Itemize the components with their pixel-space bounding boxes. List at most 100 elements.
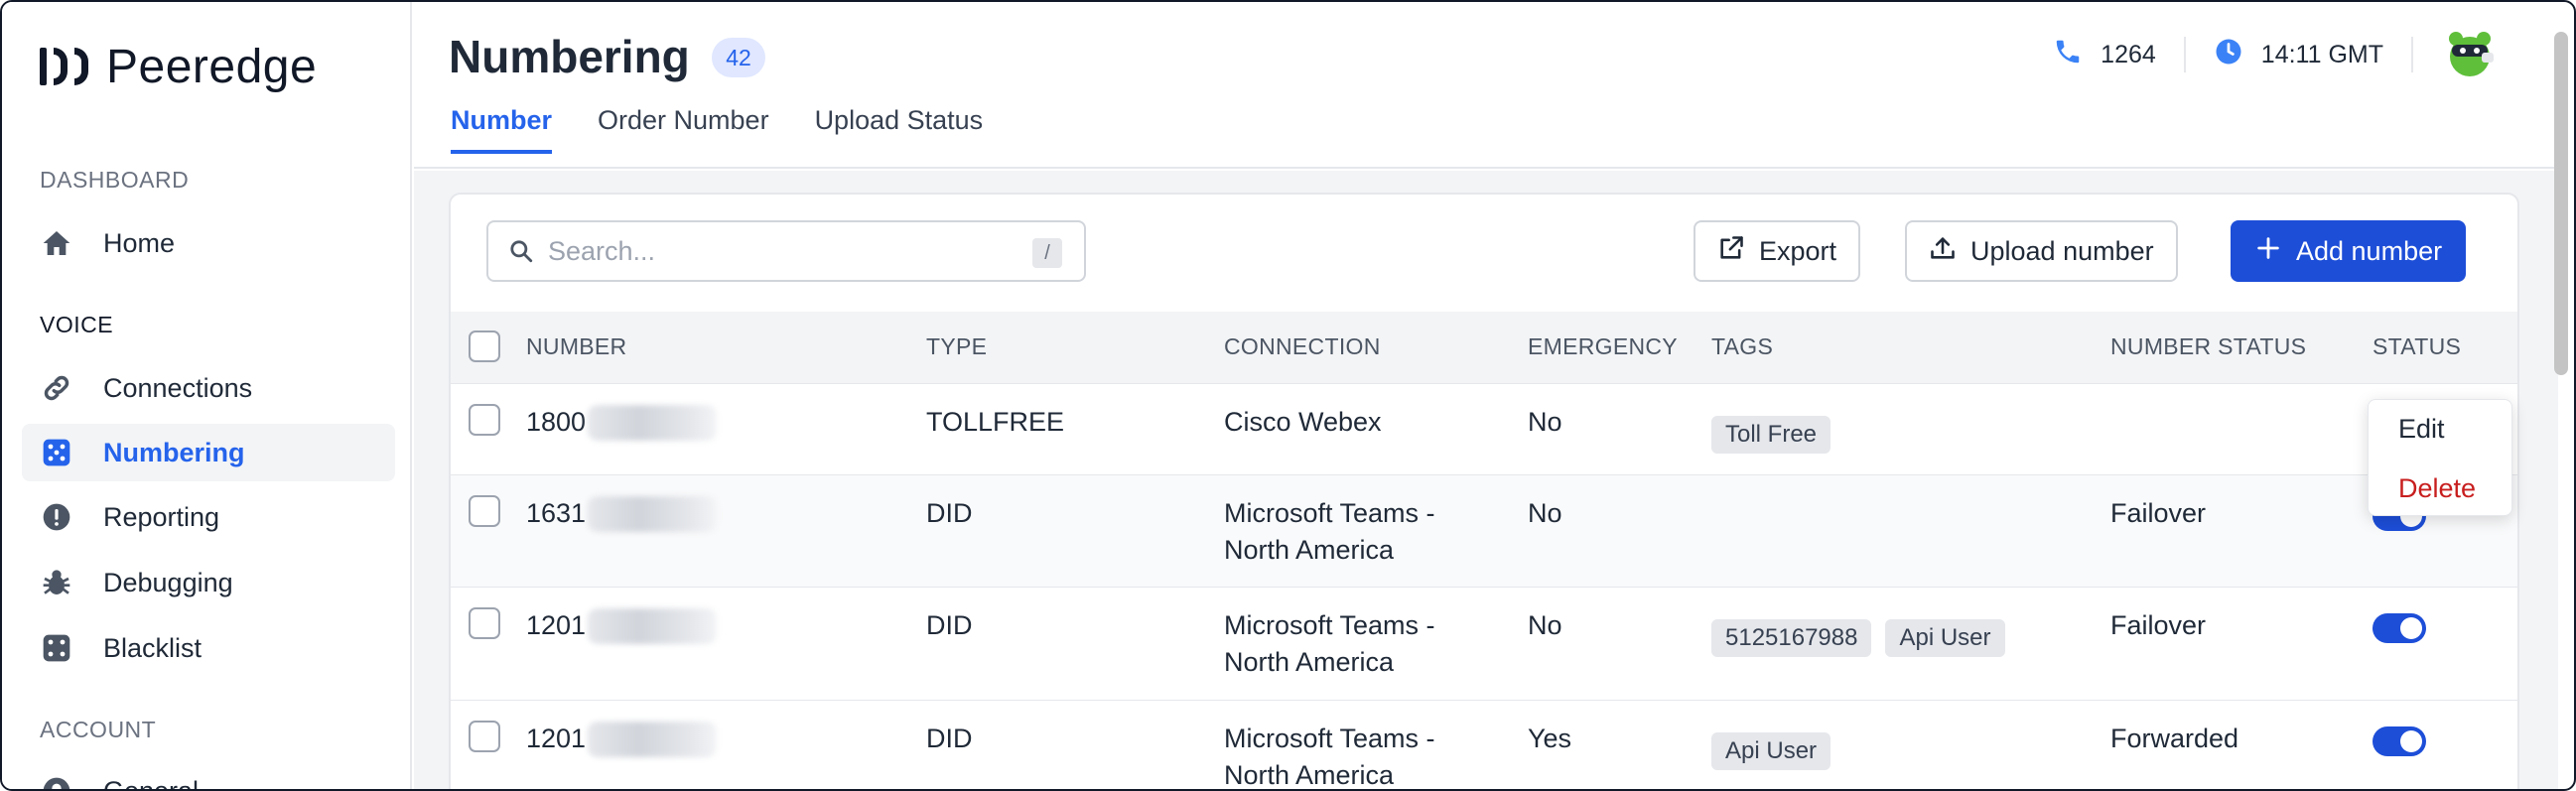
type-cell: DID [926, 609, 973, 640]
header-status: 1264 14:11 GMT [2053, 26, 2499, 83]
row-action-menu: Edit Delete [2368, 399, 2512, 516]
number-status-cell: Failover [2110, 609, 2207, 640]
sidebar-item-home[interactable]: Home [22, 214, 395, 272]
row-checkbox[interactable] [469, 403, 500, 436]
sidebar-item-numbering[interactable]: Numbering [22, 424, 395, 481]
sidebar-item-label: Blacklist [103, 632, 203, 663]
emergency-cell: No [1528, 609, 1562, 640]
number-prefix: 1201 [526, 723, 587, 753]
divider [2411, 37, 2413, 72]
peeredge-logo-icon [40, 45, 88, 88]
number-status-cell [2110, 383, 2373, 474]
alert-icon [40, 500, 73, 534]
redacted-number [588, 405, 718, 442]
row-checkbox[interactable] [469, 494, 500, 527]
number-prefix: 1631 [526, 497, 587, 528]
numbers-card: / Export Upload number Add number [449, 193, 2519, 790]
column-header[interactable]: NUMBER [526, 312, 926, 383]
tab-number[interactable]: Number [451, 105, 553, 154]
time-value: 14:11 GMT [2260, 40, 2383, 68]
phone-icon [2053, 37, 2083, 73]
connection-region: North America [1224, 534, 1395, 565]
redacted-number [588, 496, 718, 533]
column-header[interactable]: CONNECTION [1224, 312, 1528, 383]
home-icon [40, 226, 73, 260]
sidebar: Peeredge DASHBOARD Home VOICE Connection… [2, 2, 412, 789]
connection-cell: Cisco Webex [1224, 406, 1382, 437]
column-header[interactable]: EMERGENCY [1528, 312, 1711, 383]
table-row[interactable]: 1631 DID Microsoft Teams - North America … [451, 474, 2517, 587]
row-checkbox[interactable] [469, 606, 500, 639]
app-window: Peeredge DASHBOARD Home VOICE Connection… [0, 0, 2576, 791]
count-badge: 42 [712, 38, 765, 77]
sidebar-item-label: Numbering [103, 437, 245, 467]
type-cell: DID [926, 497, 973, 528]
section-account: ACCOUNT [40, 717, 157, 742]
page-title: Numbering [449, 31, 690, 82]
connection-region: North America [1224, 759, 1395, 790]
search-input[interactable] [548, 235, 985, 267]
bug-icon [40, 566, 73, 599]
type-cell: DID [926, 723, 973, 753]
table-header: NUMBER TYPE CONNECTION EMERGENCY TAGS NU… [451, 312, 2517, 383]
sidebar-item-debugging[interactable]: Debugging [22, 554, 395, 611]
column-header[interactable]: NUMBER STATUS [2110, 312, 2373, 383]
phone-count-value: 1264 [2101, 40, 2156, 68]
user-icon [40, 774, 73, 789]
number-status-cell: Forwarded [2110, 723, 2239, 753]
sidebar-item-general[interactable]: General [22, 762, 395, 789]
tab-upload-status[interactable]: Upload Status [815, 105, 984, 154]
section-voice: VOICE [40, 312, 114, 337]
avatar[interactable] [2441, 26, 2499, 83]
sidebar-item-blacklist[interactable]: Blacklist [22, 619, 395, 677]
sidebar-item-label: Connections [103, 372, 253, 403]
emergency-cell: Yes [1528, 723, 1572, 753]
connection-region: North America [1224, 646, 1395, 677]
search-box[interactable]: / [486, 220, 1086, 282]
external-link-icon [1717, 234, 1745, 269]
edit-menu-item[interactable]: Edit [2398, 414, 2445, 445]
select-all-checkbox[interactable] [469, 330, 500, 362]
table-row[interactable]: 1201 DID Microsoft Teams - North America … [451, 587, 2517, 700]
emergency-cell: No [1528, 497, 1562, 528]
status-toggle[interactable] [2373, 725, 2426, 756]
tab-bar: Number Order Number Upload Status [451, 105, 983, 154]
add-number-button[interactable]: Add number [2231, 220, 2467, 282]
column-header[interactable]: STATUS [2373, 312, 2517, 383]
delete-menu-item[interactable]: Delete [2398, 473, 2476, 504]
column-header[interactable]: TYPE [926, 312, 1224, 383]
upload-number-button[interactable]: Upload number [1905, 220, 2178, 282]
number-prefix: 1201 [526, 609, 587, 640]
number-prefix: 1800 [526, 406, 587, 437]
dice-icon [40, 631, 73, 665]
sidebar-item-connections[interactable]: Connections [22, 359, 395, 417]
redacted-number [588, 608, 718, 645]
type-cell: TOLLFREE [926, 406, 1065, 437]
status-toggle[interactable] [2373, 612, 2426, 643]
table-row[interactable]: 1800 TOLLFREE Cisco Webex No Toll Free [451, 383, 2517, 474]
plus-icon [2254, 234, 2282, 269]
export-button[interactable]: Export [1694, 220, 1861, 282]
row-checkbox[interactable] [469, 720, 500, 752]
numbers-table: NUMBER TYPE CONNECTION EMERGENCY TAGS NU… [451, 312, 2517, 790]
sidebar-item-label: Reporting [103, 501, 220, 532]
sidebar-item-reporting[interactable]: Reporting [22, 488, 395, 546]
scrollbar[interactable] [2554, 32, 2568, 375]
clock: 14:11 GMT [2214, 37, 2383, 73]
logo[interactable]: Peeredge [40, 38, 317, 95]
connection-cell: Microsoft Teams - [1224, 497, 1435, 528]
upload-label: Upload number [1970, 235, 2154, 266]
tab-order-number[interactable]: Order Number [598, 105, 769, 154]
emergency-cell: No [1528, 406, 1562, 437]
table-row[interactable]: 1201 DID Microsoft Teams - North America … [451, 700, 2517, 790]
connection-cell: Microsoft Teams - [1224, 609, 1435, 640]
redacted-number [588, 722, 718, 758]
phone-count[interactable]: 1264 [2053, 37, 2156, 73]
logo-text: Peeredge [106, 40, 318, 93]
divider [2183, 37, 2186, 72]
tag-badge: Toll Free [1711, 415, 1831, 454]
link-icon [40, 371, 73, 405]
shortcut-hint: / [1032, 238, 1062, 268]
column-header[interactable]: TAGS [1711, 312, 2110, 383]
dice-icon [40, 436, 73, 469]
